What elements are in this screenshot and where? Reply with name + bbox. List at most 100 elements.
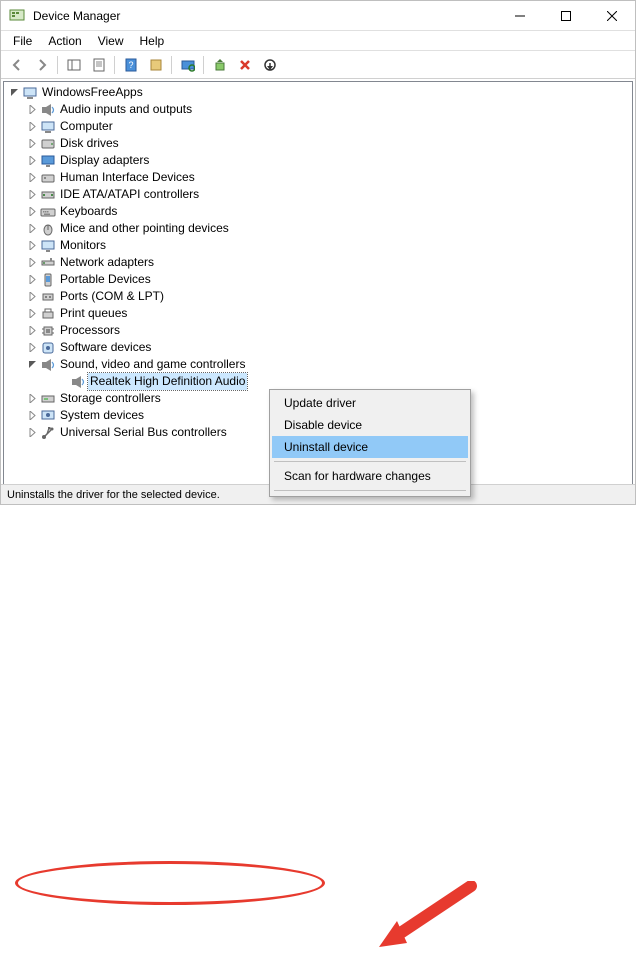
tree-category-label: Sound, video and game controllers	[60, 356, 245, 373]
expand-icon[interactable]	[26, 138, 38, 150]
hid-icon	[40, 170, 56, 186]
menu-help[interactable]: Help	[132, 32, 173, 50]
annotation-arrow	[371, 881, 481, 961]
tree-category[interactable]: Ports (COM & LPT)	[4, 288, 632, 305]
ide-icon	[40, 187, 56, 203]
expand-icon[interactable]	[26, 410, 38, 422]
tree-category-label: Portable Devices	[60, 271, 151, 288]
expand-icon[interactable]	[26, 325, 38, 337]
tree-category-label: Audio inputs and outputs	[60, 101, 192, 118]
tree-category-label: Ports (COM & LPT)	[60, 288, 164, 305]
properties-button[interactable]	[87, 54, 110, 76]
tree-category-label: Storage controllers	[60, 390, 161, 407]
tree-category[interactable]: Processors	[4, 322, 632, 339]
expand-icon[interactable]	[26, 240, 38, 252]
tree-category[interactable]: Human Interface Devices	[4, 169, 632, 186]
tree-root-label: WindowsFreeApps	[42, 84, 143, 101]
scan-hardware-button[interactable]	[176, 54, 199, 76]
tree-category-label: Software devices	[60, 339, 151, 356]
context-menu-item[interactable]: Disable device	[272, 414, 468, 436]
tree-device-label: Realtek High Definition Audio	[88, 373, 247, 390]
expand-icon[interactable]	[26, 427, 38, 439]
tree-category[interactable]: Disk drives	[4, 135, 632, 152]
context-menu-item[interactable]: Uninstall device	[272, 436, 468, 458]
status-text: Uninstalls the driver for the selected d…	[7, 489, 220, 501]
collapse-icon[interactable]	[8, 87, 20, 99]
tree-category[interactable]: Network adapters	[4, 254, 632, 271]
computer-icon	[22, 85, 38, 101]
toolbar-separator	[171, 56, 172, 74]
close-button[interactable]	[589, 1, 635, 30]
toolbar-separator	[57, 56, 58, 74]
expand-icon[interactable]	[26, 121, 38, 133]
maximize-button[interactable]	[543, 1, 589, 30]
expand-icon[interactable]	[26, 223, 38, 235]
show-hide-tree-button[interactable]	[62, 54, 85, 76]
tree-category[interactable]: Mice and other pointing devices	[4, 220, 632, 237]
forward-button[interactable]	[30, 54, 53, 76]
toolbar: ?	[1, 51, 635, 79]
menubar: File Action View Help	[1, 31, 635, 51]
context-menu: Update driverDisable deviceUninstall dev…	[269, 389, 471, 497]
tree-category[interactable]: Sound, video and game controllers	[4, 356, 632, 373]
uninstall-button[interactable]	[233, 54, 256, 76]
expand-icon[interactable]	[26, 189, 38, 201]
tree-category-label: Computer	[60, 118, 113, 135]
menu-action[interactable]: Action	[40, 32, 89, 50]
expand-icon[interactable]	[26, 308, 38, 320]
menu-view[interactable]: View	[90, 32, 132, 50]
tree-category[interactable]: Display adapters	[4, 152, 632, 169]
printer-icon	[40, 306, 56, 322]
context-menu-item[interactable]: Scan for hardware changes	[272, 465, 468, 487]
speaker-icon	[70, 374, 86, 390]
tree-category-label: Disk drives	[60, 135, 119, 152]
tree-root[interactable]: WindowsFreeApps	[4, 84, 632, 101]
context-menu-separator	[274, 461, 466, 462]
cpu-icon	[40, 323, 56, 339]
expand-icon[interactable]	[26, 342, 38, 354]
disable-button[interactable]	[258, 54, 281, 76]
tree-category[interactable]: Portable Devices	[4, 271, 632, 288]
expand-icon[interactable]	[26, 155, 38, 167]
help-button[interactable]: ?	[119, 54, 142, 76]
tree-category[interactable]: Computer	[4, 118, 632, 135]
action-button[interactable]	[144, 54, 167, 76]
tree-category[interactable]: IDE ATA/ATAPI controllers	[4, 186, 632, 203]
window-title: Device Manager	[33, 9, 497, 23]
expand-icon[interactable]	[26, 274, 38, 286]
port-icon	[40, 289, 56, 305]
keyboard-icon	[40, 204, 56, 220]
expand-icon[interactable]	[26, 172, 38, 184]
svg-text:?: ?	[128, 60, 133, 70]
tree-device[interactable]: Realtek High Definition Audio	[4, 373, 632, 390]
network-icon	[40, 255, 56, 271]
display-icon	[40, 153, 56, 169]
update-driver-button[interactable]	[208, 54, 231, 76]
minimize-button[interactable]	[497, 1, 543, 30]
expand-icon[interactable]	[26, 206, 38, 218]
back-button[interactable]	[5, 54, 28, 76]
tree-category[interactable]: Monitors	[4, 237, 632, 254]
context-menu-item[interactable]: Update driver	[272, 392, 468, 414]
tree-category[interactable]: Print queues	[4, 305, 632, 322]
tree-category-label: Monitors	[60, 237, 106, 254]
tree-category[interactable]: Software devices	[4, 339, 632, 356]
expand-icon[interactable]	[26, 104, 38, 116]
system-icon	[40, 408, 56, 424]
context-menu-separator	[274, 490, 466, 491]
collapse-icon[interactable]	[26, 359, 38, 371]
menu-file[interactable]: File	[5, 32, 40, 50]
tree-category[interactable]: Audio inputs and outputs	[4, 101, 632, 118]
expand-icon[interactable]	[26, 257, 38, 269]
computer-icon	[40, 119, 56, 135]
software-icon	[40, 340, 56, 356]
expand-icon[interactable]	[26, 291, 38, 303]
tree-category-label: System devices	[60, 407, 144, 424]
window-controls	[497, 1, 635, 30]
speaker-icon	[40, 102, 56, 118]
tree-category[interactable]: Keyboards	[4, 203, 632, 220]
tree-category-label: Network adapters	[60, 254, 154, 271]
expand-icon[interactable]	[26, 393, 38, 405]
annotation-ellipse	[15, 861, 325, 905]
app-icon	[9, 8, 25, 24]
